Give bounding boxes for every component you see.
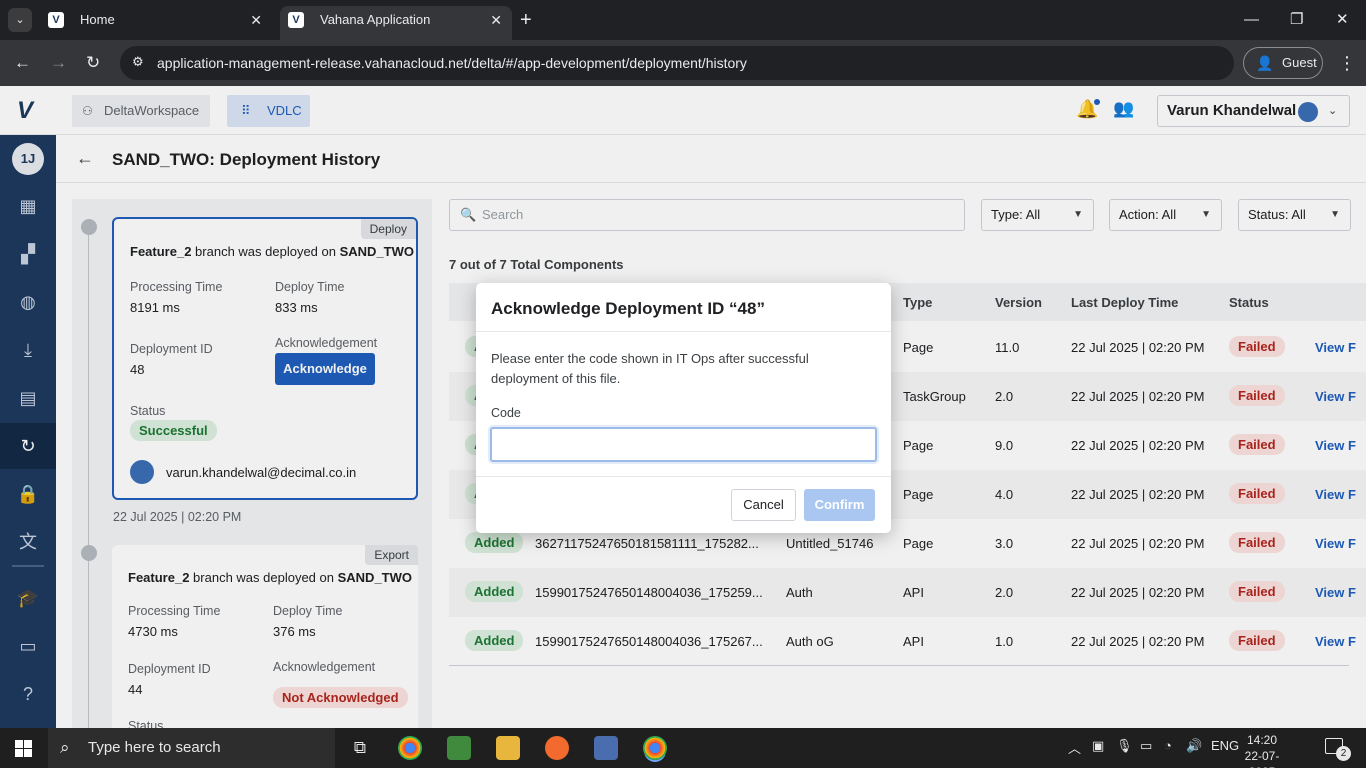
clock-time: 14:20	[1246, 733, 1278, 747]
volume-icon[interactable]: 🔊	[1186, 738, 1202, 754]
browser-toolbar: ← → ↻ ⚙ application-management-release.v…	[0, 40, 1366, 86]
address-bar[interactable]: ⚙ application-management-release.vahanac…	[120, 46, 1234, 80]
chrome-icon[interactable]	[398, 736, 422, 760]
camera-icon[interactable]: ▣	[1092, 738, 1104, 754]
battery-icon[interactable]: ▭	[1140, 738, 1152, 754]
tab-search-button[interactable]: ⌄	[8, 8, 32, 32]
chrome-active-icon[interactable]	[643, 736, 667, 760]
restore-window-icon[interactable]: ❐	[1290, 8, 1303, 32]
profile-label: Guest	[1282, 55, 1317, 70]
close-tab-icon[interactable]: ✕	[490, 6, 502, 34]
windows-taskbar: ⌕ Type here to search ⧉ ︿ ▣ 🎙 ▭ ◔ 🔊 ENG …	[0, 728, 1366, 768]
close-window-icon[interactable]: ✕	[1336, 8, 1349, 32]
close-tab-icon[interactable]: ✕	[250, 6, 262, 34]
search-icon: ⌕	[60, 738, 70, 757]
vahana-favicon-icon: V	[288, 12, 304, 28]
browser-menu-icon[interactable]: ⋮	[1338, 50, 1356, 76]
cancel-button[interactable]: Cancel	[731, 489, 796, 521]
file-explorer-icon[interactable]	[496, 736, 520, 760]
reload-icon[interactable]: ↻	[86, 51, 100, 75]
microphone-icon[interactable]: 🎙	[1116, 738, 1133, 754]
profile-guest-button[interactable]: 👤 Guest	[1243, 47, 1323, 79]
tab-title: Home	[80, 12, 115, 27]
profile-icon: 👤	[1256, 55, 1274, 71]
dialog-divider	[476, 476, 891, 477]
forward-arrow-icon[interactable]: →	[50, 51, 67, 75]
back-arrow-icon[interactable]: ←	[14, 51, 31, 75]
calculator-icon[interactable]	[594, 736, 618, 760]
browser-tab-home[interactable]: V Home ✕	[40, 6, 272, 40]
new-tab-plus-icon[interactable]: +	[520, 8, 532, 32]
dialog-title: Acknowledge Deployment ID “48”	[491, 299, 765, 318]
windows-start-icon[interactable]	[15, 740, 32, 757]
taskbar-search-placeholder: Type here to search	[88, 739, 221, 756]
code-input[interactable]	[490, 427, 877, 462]
notification-count: 2	[1336, 746, 1351, 761]
task-view-icon[interactable]: ⧉	[348, 736, 372, 760]
browser-tab-vahana-application[interactable]: V Vahana Application ✕	[280, 6, 512, 40]
url-text[interactable]: application-management-release.vahanaclo…	[157, 55, 747, 71]
notification-center-icon[interactable]: 2	[1325, 738, 1351, 761]
tab-title: Vahana Application	[320, 12, 431, 27]
acknowledge-deployment-dialog: Acknowledge Deployment ID “48” Please en…	[476, 283, 891, 533]
minimize-icon[interactable]: —	[1244, 8, 1259, 32]
browser-tab-strip: ⌄ V Home ✕ V Vahana Application ✕ + — ❐ …	[0, 0, 1366, 40]
wifi-icon[interactable]: ◔	[1164, 738, 1172, 753]
clock-date: 22-07-2025	[1244, 749, 1280, 768]
postman-icon[interactable]	[545, 736, 569, 760]
code-label: Code	[491, 406, 521, 420]
confirm-button[interactable]: Confirm	[804, 489, 875, 521]
show-hidden-icons-icon[interactable]: ︿	[1068, 738, 1081, 757]
dialog-divider	[476, 331, 891, 332]
vahana-favicon-icon: V	[48, 12, 64, 28]
taskbar-search-input[interactable]: ⌕ Type here to search	[48, 728, 335, 768]
taskbar-clock[interactable]: 14:20 22-07-2025	[1232, 732, 1292, 768]
dialog-description: Please enter the code shown in IT Ops af…	[491, 351, 809, 386]
site-info-icon[interactable]: ⚙	[132, 54, 144, 70]
spreadsheet-app-icon[interactable]	[447, 736, 471, 760]
